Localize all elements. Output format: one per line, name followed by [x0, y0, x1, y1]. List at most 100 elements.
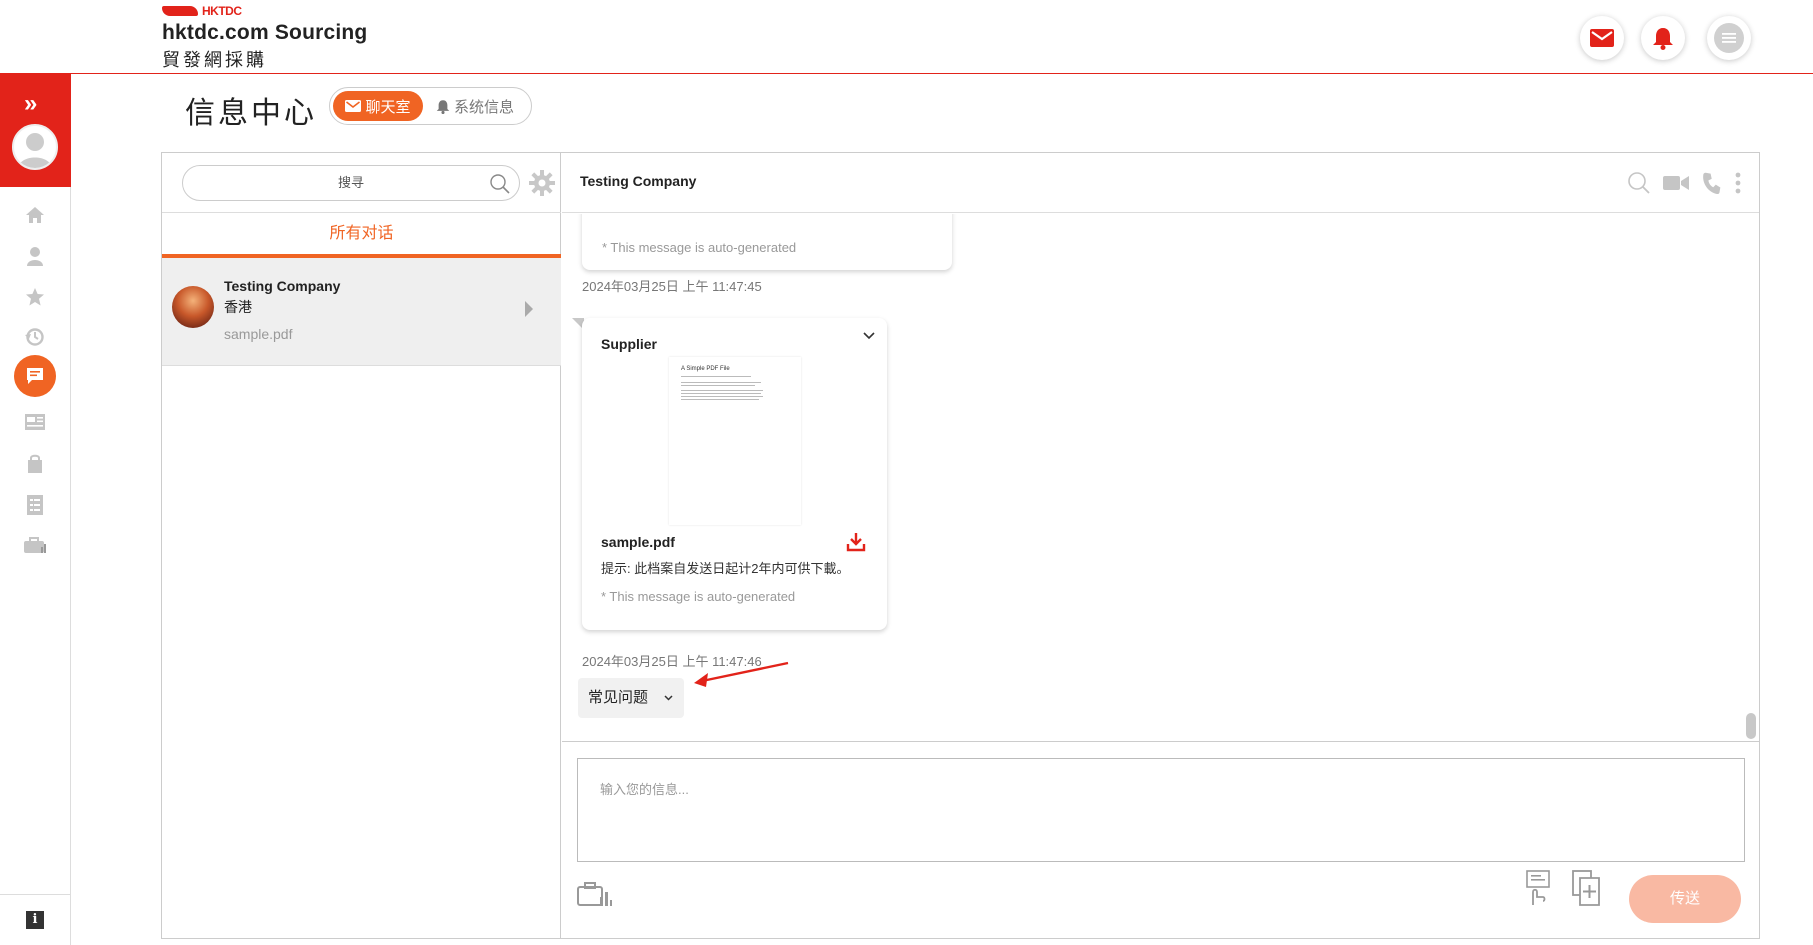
message-sender: Supplier [601, 336, 658, 352]
pdf-preview-line [681, 385, 755, 386]
chat-header: Testing Company [562, 153, 1759, 213]
home-icon [26, 207, 44, 223]
logo-subtitle: 貿發網採購 [162, 50, 267, 70]
chevron-down-icon[interactable] [863, 332, 875, 340]
chevron-right-icon [525, 301, 533, 317]
chat-title: Testing Company [580, 173, 697, 189]
pdf-preview-line [681, 390, 763, 391]
file-retention-hint: 提示: 此档案自发送日起计2年内可供下載。 [601, 561, 850, 576]
logo-title: hktdc.com Sourcing [162, 21, 368, 44]
tab-chatroom-label: 聊天室 [365, 98, 411, 116]
pdf-preview-line [681, 396, 763, 397]
conversation-item[interactable]: Testing Company 香港 sample.pdf [162, 258, 561, 366]
quotation-request-icon[interactable] [1523, 870, 1553, 906]
message-center-tabs: 聊天室 系统信息 [329, 87, 532, 125]
company-avatar [172, 286, 214, 328]
rail-profile[interactable] [22, 243, 48, 269]
logo-hktdc-text: HKTDC [202, 4, 242, 18]
top-header: HKTDC hktdc.com Sourcing 貿發網採購 [0, 0, 1813, 74]
briefcase-icon[interactable] [576, 879, 612, 909]
pdf-preview-title: A Simple PDF File [681, 366, 730, 372]
tab-system-label: 系统信息 [453, 98, 514, 116]
side-rail: » i [0, 74, 71, 945]
bell-icon [436, 99, 450, 114]
mail-button[interactable] [1580, 16, 1624, 60]
message-bubble: * This message is auto-generated [582, 214, 952, 270]
chevron-down-icon [664, 695, 673, 701]
phone-icon[interactable] [1701, 172, 1723, 194]
search-row: 搜寻 [162, 153, 561, 213]
annotation-arrow [694, 661, 789, 687]
search-placeholder: 搜寻 [337, 175, 364, 190]
menu-button[interactable] [1707, 16, 1751, 60]
rail-news[interactable] [22, 409, 48, 435]
message-input[interactable]: 输入您的信息... [577, 758, 1745, 862]
logo-flag-icon [162, 6, 198, 16]
search-icon[interactable] [489, 173, 511, 195]
message-list[interactable]: * This message is auto-generated 2024年03… [562, 214, 1759, 741]
star-icon [26, 288, 44, 306]
rail-profile-block: » [0, 74, 71, 187]
file-message-bubble: Supplier A Simple PDF File sample.pdf 提示… [582, 318, 887, 630]
briefcase-icon [24, 537, 46, 553]
hktdc-logo[interactable]: HKTDC hktdc.com Sourcing 貿發網採購 [162, 4, 367, 72]
notification-button[interactable] [1641, 16, 1685, 60]
rail-history[interactable] [22, 324, 48, 350]
attach-file-icon[interactable] [1572, 870, 1600, 906]
download-icon[interactable] [846, 532, 866, 552]
more-vertical-icon[interactable] [1735, 172, 1741, 194]
chat-panel: 搜寻 所有对话 Testing Company 香港 sample.pdf Te… [161, 152, 1760, 939]
search-input[interactable]: 搜寻 [182, 165, 520, 201]
chat-pane: Testing Company * This message is auto-g… [562, 153, 1759, 938]
user-icon [27, 247, 43, 266]
expand-icon[interactable]: » [24, 90, 37, 118]
rail-checklist[interactable] [22, 492, 48, 518]
scrollbar-thumb[interactable] [1746, 713, 1756, 739]
message-scrollbar[interactable] [1745, 214, 1759, 741]
conversation-name: Testing Company [224, 278, 341, 294]
message-composer: 输入您的信息... 传送 [562, 741, 1759, 938]
checklist-icon [27, 495, 43, 515]
conversation-list-pane: 搜寻 所有对话 Testing Company 香港 sample.pdf [162, 153, 561, 938]
message-placeholder: 输入您的信息... [600, 782, 689, 797]
bell-icon [1653, 28, 1673, 50]
menu-icon [1714, 23, 1744, 53]
faq-dropdown[interactable]: 常见问题 [578, 678, 684, 718]
auto-generated-note: * This message is auto-generated [602, 240, 797, 255]
rail-info[interactable]: i [0, 894, 71, 945]
tab-all-conversations[interactable]: 所有对话 [162, 213, 561, 258]
gear-icon[interactable] [528, 169, 556, 197]
rail-shopping[interactable] [22, 451, 48, 477]
message-timestamp: 2024年03月25日 上午 11:47:45 [582, 279, 762, 294]
auto-generated-note: * This message is auto-generated [601, 589, 796, 604]
tab-system-messages[interactable]: 系统信息 [423, 91, 527, 121]
user-avatar[interactable] [12, 124, 58, 170]
rail-briefcase[interactable] [22, 532, 48, 558]
video-call-icon[interactable] [1663, 175, 1689, 191]
page-title: 信息中心 [185, 97, 317, 130]
chat-icon [27, 368, 43, 384]
tab-chatroom[interactable]: 聊天室 [333, 91, 423, 121]
news-icon [25, 414, 45, 430]
rail-chat-active[interactable] [14, 355, 56, 397]
search-icon[interactable] [1627, 171, 1651, 195]
send-button[interactable]: 传送 [1629, 875, 1741, 923]
pdf-preview-line [681, 393, 761, 394]
rail-favourites[interactable] [22, 284, 48, 310]
history-icon [25, 328, 44, 346]
pdf-preview-line [681, 376, 751, 377]
info-icon: i [26, 911, 44, 929]
pdf-preview-line [681, 399, 759, 400]
mail-icon [1590, 29, 1614, 47]
pdf-preview-line [681, 382, 761, 383]
avatar-icon [18, 133, 52, 168]
faq-label: 常见问题 [588, 689, 649, 706]
shopping-bag-icon [28, 454, 42, 473]
conversation-last-message: sample.pdf [224, 326, 293, 342]
logo-mark: HKTDC [162, 4, 367, 18]
file-name[interactable]: sample.pdf [601, 534, 675, 550]
rail-home[interactable] [22, 202, 48, 228]
pdf-preview[interactable]: A Simple PDF File [669, 357, 801, 525]
conversation-location: 香港 [224, 299, 252, 315]
mail-icon [345, 100, 362, 112]
